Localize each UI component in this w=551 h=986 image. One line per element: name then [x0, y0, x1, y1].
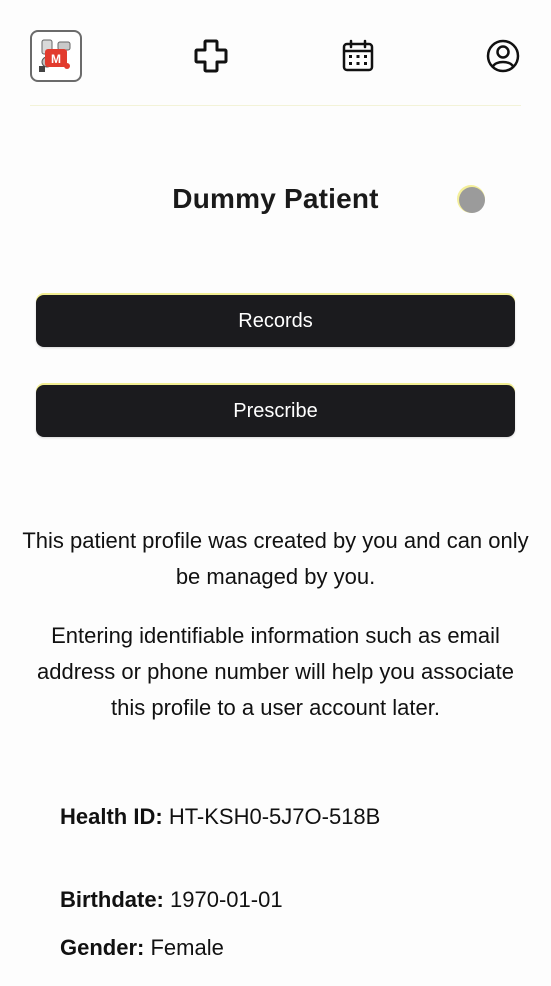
birthdate-value: 1970-01-01 — [170, 887, 283, 912]
plus-icon — [194, 39, 228, 73]
gender-label: Gender: — [60, 935, 145, 960]
add-button[interactable] — [193, 38, 229, 74]
calendar-button[interactable] — [340, 38, 376, 74]
birthdate-field: Birthdate: 1970-01-01 — [60, 887, 283, 913]
svg-text:M: M — [51, 52, 61, 66]
health-id-field: Health ID: HT-KSH0-5J7O-518B — [60, 804, 380, 830]
app-logo-button[interactable]: M — [30, 30, 82, 82]
calendar-icon — [342, 39, 374, 72]
profile-button[interactable] — [485, 38, 521, 74]
gender-field: Gender: Female — [60, 935, 224, 961]
health-id-value: HT-KSH0-5J7O-518B — [168, 804, 381, 829]
identification-notice: Entering identifiable information such a… — [37, 623, 514, 720]
health-id-label: Health ID: — [60, 804, 163, 829]
nav-divider — [30, 105, 521, 106]
app-logo-icon: M — [39, 39, 71, 72]
top-nav-bar: M — [0, 0, 551, 106]
status-indicator — [459, 187, 485, 213]
prescribe-button[interactable]: Prescribe — [36, 385, 515, 437]
ownership-notice: This patient profile was created by you … — [22, 528, 529, 589]
records-button[interactable]: Records — [36, 295, 515, 347]
gender-value: Female — [150, 935, 224, 960]
birthdate-label: Birthdate: — [60, 887, 164, 912]
user-circle-icon — [486, 39, 520, 73]
